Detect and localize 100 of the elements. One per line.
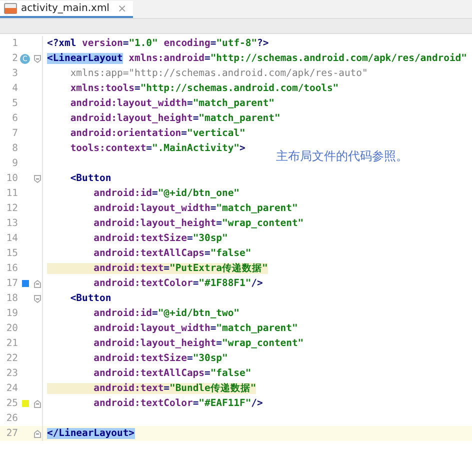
code-attribute: xmlns:tools — [69, 83, 134, 94]
code-value: "match_parent" — [198, 113, 280, 124]
fold-icon[interactable] — [34, 430, 40, 438]
code-value: "30sp" — [192, 233, 228, 244]
code-attribute: android:layout_height — [92, 338, 216, 349]
code-value: ".MainActivity" — [152, 143, 240, 154]
line-number: 17 — [5, 278, 18, 289]
code-attribute: android:textColor — [92, 278, 193, 289]
code-punctuation: = — [186, 233, 193, 244]
code-punctuation: = — [122, 38, 129, 49]
code-punctuation: = — [204, 53, 210, 64]
code-value: "match_parent" — [192, 98, 274, 109]
code-attribute: android:layout_width — [92, 203, 210, 214]
line-number: 20 — [5, 323, 18, 334]
code-attribute: android:layout_width — [69, 98, 187, 109]
code-attribute: android:orientation — [69, 128, 182, 139]
color-swatch[interactable] — [22, 280, 28, 287]
code-punctuation: /> — [251, 398, 263, 409]
code-punctuation: = — [134, 83, 140, 94]
code-attribute: android:textSize — [92, 353, 187, 364]
line-number: 10 — [5, 173, 18, 184]
code-value: "vertical" — [187, 128, 246, 139]
code-value: "30sp" — [192, 353, 228, 364]
code-attribute: version — [81, 38, 123, 49]
code-punctuation: = — [186, 98, 193, 109]
code-attribute: android:layout_height — [69, 113, 193, 124]
code-attribute: android:textSize — [92, 233, 187, 244]
code-value: "PutExtra传递数据" — [170, 263, 268, 274]
code-punctuation: = — [146, 143, 152, 154]
code-tag: <LinearLayout — [47, 53, 123, 64]
line-number: 22 — [5, 353, 18, 364]
code-punctuation: = — [152, 308, 158, 319]
code-attribute: android:layout_height — [92, 218, 216, 229]
code-attribute: android:layout_width — [92, 323, 210, 334]
code-value: "http://schemas.android.com/tools" — [140, 83, 339, 94]
code-punctuation: = — [164, 383, 170, 394]
code-attribute: android:id — [92, 188, 152, 199]
code-punctuation: = — [210, 323, 216, 334]
fold-icon[interactable] — [34, 174, 40, 182]
code-value: "utf-8" — [216, 38, 258, 49]
fold-icon[interactable] — [34, 294, 40, 302]
code-tag: <Button — [47, 173, 112, 184]
code-punctuation: = — [216, 218, 222, 229]
code-punctuation: = — [164, 263, 170, 274]
code-unused-attribute: xmlns:app="http://schemas.android.com/apk/res-auto" — [69, 68, 368, 79]
code-value: "1.0" — [128, 38, 158, 49]
code-punctuation: > — [240, 143, 246, 154]
line-number: 11 — [5, 188, 18, 199]
code-punctuation: = — [210, 203, 216, 214]
line-number: 24 — [5, 383, 18, 394]
code-punctuation: = — [204, 368, 210, 379]
fold-icon[interactable] — [34, 400, 40, 408]
line-number: 2 — [11, 53, 18, 64]
line-number: 4 — [11, 83, 18, 94]
code-attribute: android:textColor — [92, 398, 193, 409]
fold-icon[interactable] — [34, 54, 40, 62]
line-number: 16 — [5, 263, 18, 274]
code-value: "@+id/btn_one" — [158, 188, 240, 199]
line-number: 7 — [11, 128, 18, 139]
line-number: 5 — [11, 98, 18, 109]
code-punctuation: = — [192, 113, 199, 124]
line-number: 27 — [5, 428, 18, 439]
code-punctuation: = — [192, 398, 199, 409]
code-value: "@+id/btn_two" — [158, 308, 240, 319]
code-punctuation: = — [181, 128, 187, 139]
code-value: "Bundle传递数据" — [170, 383, 256, 394]
line-number: 6 — [11, 113, 18, 124]
line-number: 18 — [5, 293, 18, 304]
line-number: 14 — [5, 233, 18, 244]
line-number: 23 — [5, 368, 18, 379]
code-punctuation: = — [152, 188, 158, 199]
code-value: "match_parent" — [216, 323, 298, 334]
code-value: "wrap_content" — [222, 218, 304, 229]
color-swatch[interactable] — [22, 400, 28, 407]
line-number: 12 — [5, 203, 18, 214]
close-tab-button[interactable]: × — [117, 2, 127, 15]
xml-file-icon — [4, 3, 17, 14]
code-attribute: android:textAllCaps — [92, 368, 204, 379]
code-value: "#1F88F1" — [198, 278, 252, 289]
line-number: 1 — [11, 38, 18, 49]
file-tab[interactable]: activity_main.xml × — [0, 1, 133, 18]
line-number: 21 — [5, 338, 18, 349]
code-value: "#EAF11F" — [198, 398, 252, 409]
line-number: 3 — [11, 68, 18, 79]
code-punctuation: = — [192, 278, 199, 289]
code-tag: </LinearLayout> — [47, 428, 134, 439]
line-number: 25 — [5, 398, 18, 409]
code-attribute: android:id — [92, 308, 152, 319]
code-value: "http://schemas.android.com/apk/res/android" — [210, 53, 467, 64]
code-attribute: android:text — [92, 383, 164, 394]
code-tag: <Button — [47, 293, 112, 304]
code-tag: xml — [58, 38, 76, 49]
line-number: 13 — [5, 218, 18, 229]
fold-icon[interactable] — [34, 280, 40, 288]
code-attribute: android:text — [92, 263, 164, 274]
code-attribute: encoding — [162, 38, 210, 49]
code-value: "false" — [210, 368, 252, 379]
code-attribute: xmlns:android — [128, 53, 204, 64]
code-value: "false" — [210, 248, 252, 259]
code-punctuation: /> — [251, 278, 263, 289]
